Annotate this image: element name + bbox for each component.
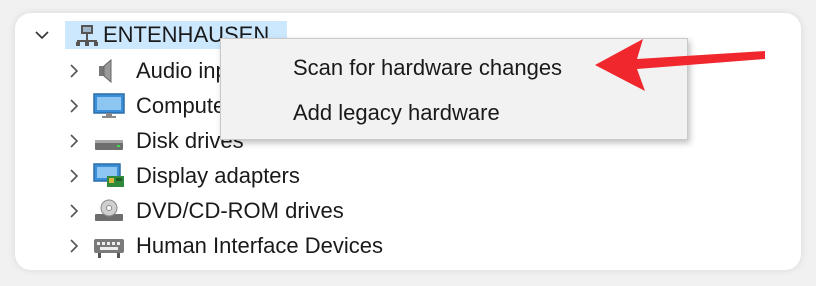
menu-item-label: Add legacy hardware: [293, 100, 500, 125]
monitor-icon: [93, 93, 125, 119]
chevron-right-icon[interactable]: [67, 239, 81, 253]
chevron-right-icon[interactable]: [67, 99, 81, 113]
display-adapter-icon: [93, 163, 125, 189]
computer-network-icon: [75, 22, 99, 48]
menu-item-add-legacy-hardware[interactable]: Add legacy hardware: [221, 93, 687, 133]
tree-item-dvd-cd-rom-drives[interactable]: DVD/CD-ROM drives: [67, 195, 767, 227]
tree-item-label: Human Interface Devices: [136, 233, 383, 258]
red-arrow-annotation: [595, 39, 765, 91]
dvd-drive-icon: [93, 198, 125, 224]
tree-item-label: Display adapters: [136, 163, 300, 188]
tree-item-display-adapters[interactable]: Display adapters: [67, 160, 767, 192]
chevron-down-icon[interactable]: [35, 28, 49, 42]
tree-item-human-interface-devices[interactable]: Human Interface Devices: [67, 230, 767, 262]
chevron-right-icon[interactable]: [67, 134, 81, 148]
chevron-right-icon[interactable]: [67, 169, 81, 183]
tree-item-label: Computer: [136, 93, 233, 118]
speaker-icon: [93, 58, 119, 84]
tree-item-label: DVD/CD-ROM drives: [136, 198, 344, 223]
menu-item-label: Scan for hardware changes: [293, 55, 563, 80]
device-tree-panel: ENTENHAUSEN Audio inputs and outputs Co: [15, 13, 801, 270]
chevron-right-icon[interactable]: [67, 64, 81, 78]
disk-drive-icon: [93, 128, 125, 154]
chevron-right-icon[interactable]: [67, 204, 81, 218]
hid-keyboard-icon: [93, 233, 125, 259]
